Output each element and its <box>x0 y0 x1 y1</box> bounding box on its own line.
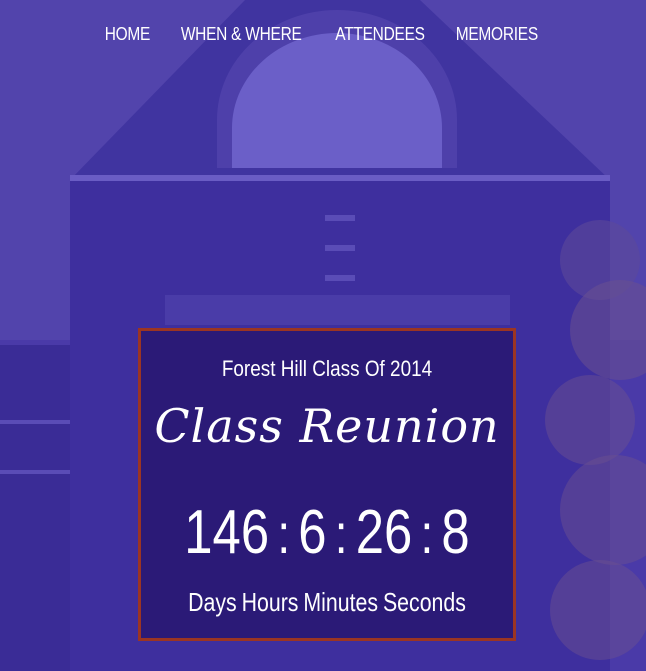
countdown-minutes-label: Minutes <box>303 587 379 617</box>
hero-title: Class Reunion <box>154 399 500 453</box>
countdown-seconds: 8 <box>441 498 470 567</box>
countdown-seconds-label: Seconds <box>382 587 466 617</box>
countdown-minutes: 26 <box>355 498 413 567</box>
countdown-days-label: Days <box>188 587 237 617</box>
hero-subtitle: Forest Hill Class Of 2014 <box>221 356 433 381</box>
countdown-hours-label: Hours <box>241 587 299 617</box>
nav-when-where-link[interactable]: WHEN & WHERE <box>181 24 302 45</box>
countdown-timer: 146 : 6 : 26 : 8 <box>174 497 479 568</box>
countdown-separator: : <box>334 502 348 565</box>
countdown-separator: : <box>277 502 291 565</box>
countdown-unit-labels: Days Hours Minutes Seconds <box>174 587 479 618</box>
countdown-separator: : <box>420 502 434 565</box>
nav-home-link[interactable]: HOME <box>105 24 151 45</box>
countdown-hours: 6 <box>298 498 327 567</box>
nav-attendees-link[interactable]: ATTENDEES <box>336 24 426 45</box>
main-nav: HOME WHEN & WHERE ATTENDEES MEMORIES <box>0 24 646 45</box>
countdown-days: 146 <box>184 498 270 567</box>
countdown-box: Forest Hill Class Of 2014 Class Reunion … <box>138 328 516 641</box>
nav-memories-link[interactable]: MEMORIES <box>456 24 538 45</box>
